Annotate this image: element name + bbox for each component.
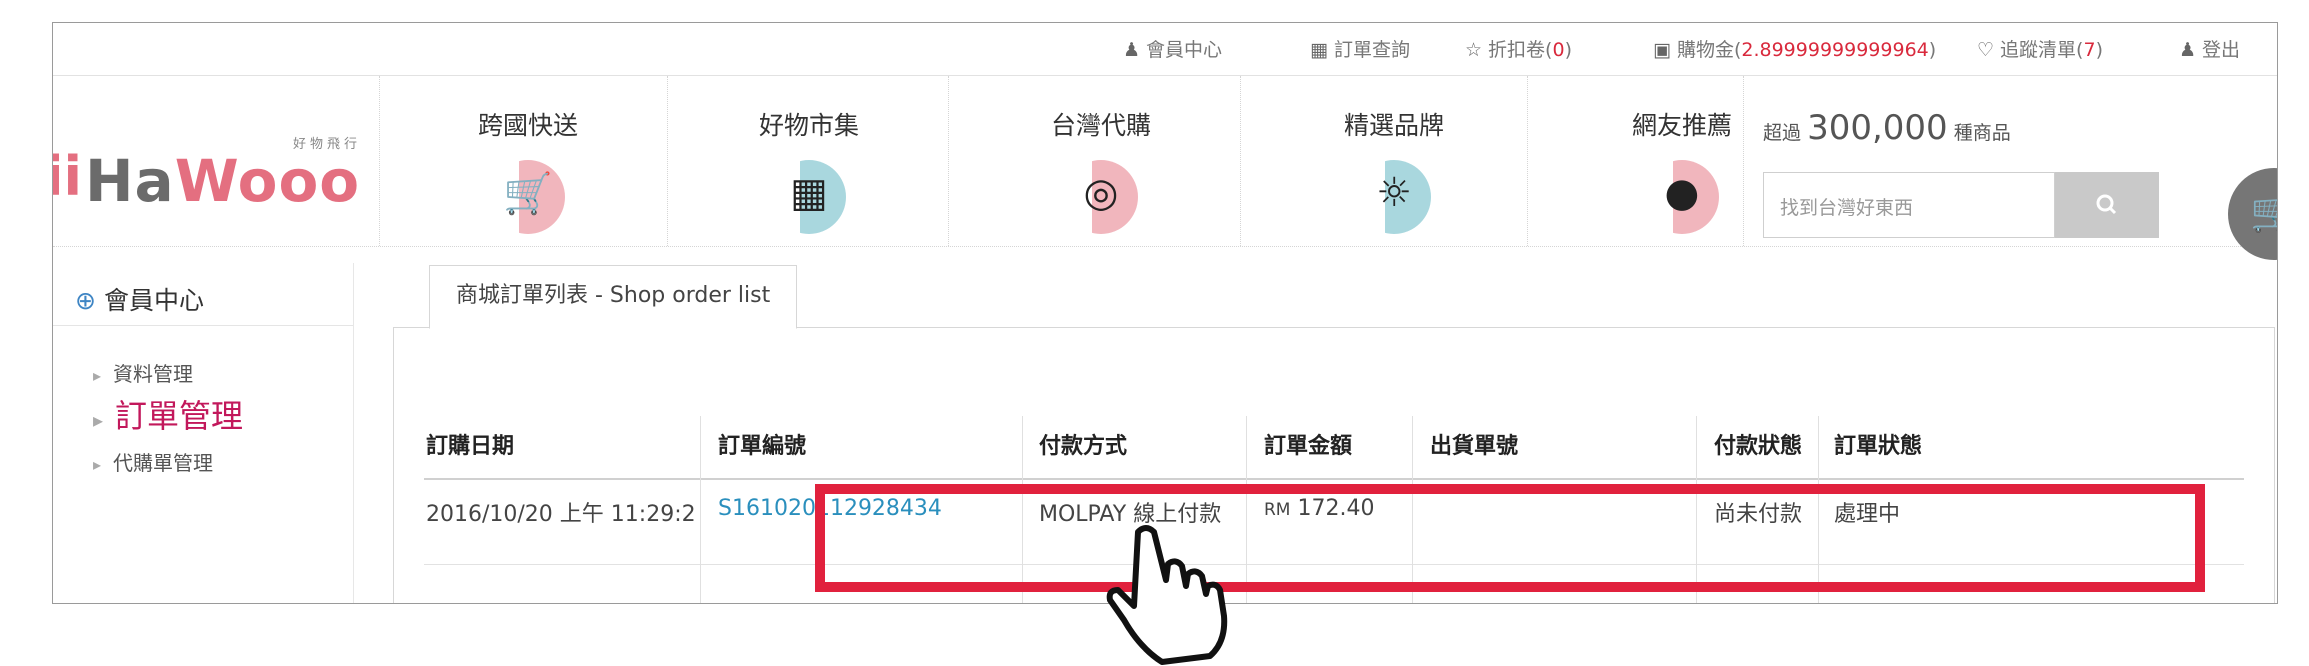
tab-shop-order-list[interactable]: 商城訂單列表 - Shop order list	[429, 265, 798, 329]
sidebar-item-purchase-orders[interactable]: ▸ 代購單管理	[93, 447, 213, 476]
sidebar-item-orders[interactable]: ▸ 訂單管理	[93, 391, 243, 437]
header-divider	[1240, 76, 1241, 246]
category-market[interactable]: 好物市集 ▦	[709, 76, 909, 246]
header-divider	[948, 76, 949, 246]
target-icon: ◎	[1064, 160, 1138, 234]
storefront-icon: ▦	[772, 160, 846, 234]
logout-link[interactable]: ♟ 登出	[2179, 35, 2240, 62]
hawooo-logo[interactable]: ii HaWooo 好物飛行	[53, 131, 373, 215]
star-icon: ☆	[1465, 39, 1483, 61]
shopping-credit-link[interactable]: ▣ 購物金(2.89999999999964)	[1653, 35, 1936, 62]
category-taiwan-purchase[interactable]: 台灣代購 ◎	[1001, 76, 1201, 246]
search-icon	[2096, 194, 2117, 215]
grid-icon: ▦	[1310, 39, 1328, 61]
category-cross-border[interactable]: 跨國快送 🛒	[428, 76, 628, 246]
circle-arrow-icon: ⊕	[75, 286, 96, 315]
tracking-list-link[interactable]: ♡ 追蹤清單(7)	[1977, 35, 2103, 62]
shopping-cart-icon: 🛒	[491, 160, 565, 234]
sidebar-item-profile[interactable]: ▸ 資料管理	[93, 358, 193, 387]
caret-right-icon: ▸	[93, 366, 102, 385]
chat-bubble-icon: ●	[1645, 160, 1719, 234]
lightbulb-icon: ☼	[1357, 160, 1431, 234]
member-sidebar: ⊕ 會員中心 ▸ 資料管理 ▸ 訂單管理 ▸ 代購單管理	[53, 247, 358, 603]
header-divider	[667, 76, 668, 246]
product-count: 超過 300,000 種商品	[1763, 108, 2011, 148]
caret-right-icon: ▸	[93, 408, 104, 432]
search-button[interactable]	[2055, 172, 2159, 238]
money-icon: ▣	[1653, 39, 1671, 61]
category-recommend[interactable]: 網友推薦 ●	[1582, 76, 1782, 246]
header-order-number: 訂單編號	[718, 434, 807, 459]
order-row-highlight	[815, 484, 2205, 592]
user-icon: ♟	[1123, 39, 1141, 61]
coupon-link[interactable]: ☆ 折扣卷(0)	[1465, 35, 1572, 62]
header-rule	[424, 478, 2244, 480]
order-date-cell: 2016/10/20 上午 11:29:2	[426, 502, 696, 527]
header-shipment-number: 出貨單號	[1430, 434, 1519, 459]
header-divider	[1743, 76, 1744, 246]
sidebar-divider	[53, 325, 353, 326]
pointer-hand-icon	[1106, 525, 1228, 665]
user-remove-icon: ♟	[2179, 39, 2197, 61]
search-input[interactable]: 找到台灣好東西	[1763, 172, 2055, 238]
header-order-status: 訂單狀態	[1834, 434, 1923, 459]
caret-right-icon: ▸	[93, 455, 102, 474]
member-center-link[interactable]: ♟ 會員中心	[1123, 35, 1222, 62]
header-payment-status: 付款狀態	[1714, 434, 1803, 459]
top-nav: ♟ 會員中心 ▦ 訂單查詢 ☆ 折扣卷(0) ▣ 購物金(2.8999999999996…	[53, 23, 2277, 76]
order-query-link[interactable]: ▦ 訂單查詢	[1310, 35, 1410, 62]
header-order-amount: 訂單金額	[1264, 434, 1353, 459]
category-brands[interactable]: 精選品牌 ☼	[1294, 76, 1494, 246]
site-header: ii HaWooo 好物飛行 跨國快送 🛒 好物市集 ▦ 台灣代購 ◎ 精選品牌…	[53, 76, 2277, 247]
cart-icon: 🛒	[2228, 190, 2277, 235]
header-order-date: 訂購日期	[426, 434, 515, 459]
heart-icon: ♡	[1977, 39, 1995, 61]
header-divider	[379, 76, 380, 246]
header-payment-method: 付款方式	[1039, 434, 1128, 459]
search-area: 超過 300,000 種商品 找到台灣好東西	[1763, 76, 2263, 246]
header-divider	[1527, 76, 1528, 246]
sidebar-title[interactable]: ⊕ 會員中心	[75, 281, 204, 317]
